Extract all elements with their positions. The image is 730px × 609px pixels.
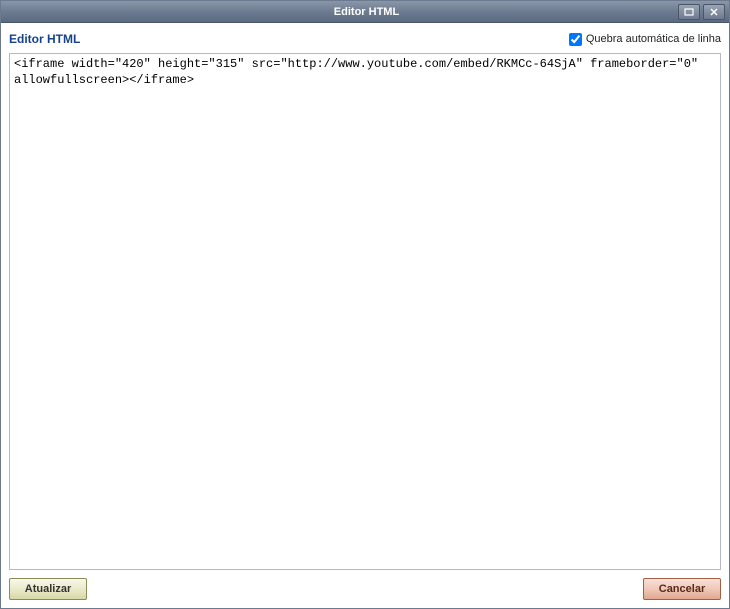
wrap-checkbox[interactable]: [569, 33, 582, 46]
button-row: Atualizar Cancelar: [9, 578, 721, 602]
editor-heading: Editor HTML: [9, 32, 80, 46]
html-editor-textarea[interactable]: [9, 53, 721, 570]
wrap-checkbox-label: Quebra automática de linha: [586, 33, 721, 45]
close-icon: [709, 8, 719, 16]
update-button[interactable]: Atualizar: [9, 578, 87, 600]
cancel-button[interactable]: Cancelar: [643, 578, 721, 600]
close-button[interactable]: [703, 4, 725, 20]
wrap-checkbox-container[interactable]: Quebra automática de linha: [569, 33, 721, 46]
titlebar[interactable]: Editor HTML: [1, 1, 729, 23]
window-title: Editor HTML: [55, 6, 678, 18]
editor-window: Editor HTML Editor HTML Quebra automátic…: [0, 0, 730, 609]
titlebar-buttons: [678, 4, 725, 20]
header-row: Editor HTML Quebra automática de linha: [9, 29, 721, 49]
maximize-button[interactable]: [678, 4, 700, 20]
maximize-icon: [684, 8, 694, 16]
content-area: Editor HTML Quebra automática de linha A…: [1, 23, 729, 608]
